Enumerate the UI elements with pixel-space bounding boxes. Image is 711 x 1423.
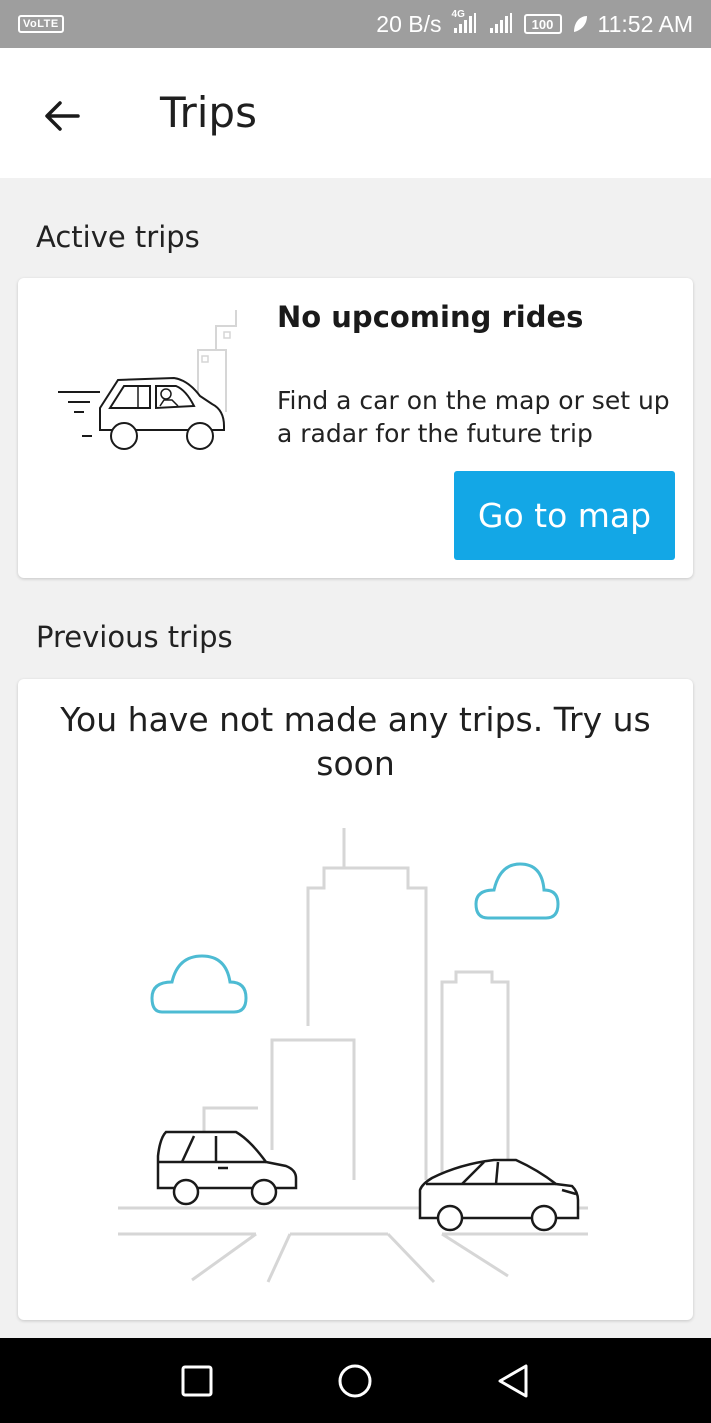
- arrow-left-icon: [45, 101, 80, 131]
- system-back-button[interactable]: [490, 1358, 536, 1404]
- system-nav-bar: [0, 1338, 711, 1423]
- status-bar: VoLTE 20 B/s 4G 100 11:52 AM: [0, 0, 711, 48]
- network-4g-indicator: 4G: [452, 9, 478, 35]
- data-speed: 20 B/s: [376, 10, 442, 37]
- go-to-map-button[interactable]: Go to map: [454, 471, 675, 560]
- app-bar: Trips: [0, 48, 711, 178]
- no-upcoming-rides-message: Find a car on the map or set up a radar …: [277, 386, 670, 448]
- volte-badge: VoLTE: [18, 15, 64, 33]
- back-button[interactable]: [38, 94, 86, 138]
- signal-strength-icon-2: [489, 13, 512, 33]
- network-type-label: 4G: [451, 9, 465, 20]
- city-illustration: [118, 828, 588, 1284]
- no-trips-message: You have not made any trips. Try us soon: [60, 700, 651, 783]
- active-trips-heading: Active trips: [36, 220, 200, 254]
- previous-trips-heading: Previous trips: [36, 620, 233, 654]
- page-title: Trips: [160, 88, 257, 137]
- status-indicators: 20 B/s 4G 100 11:52 AM: [376, 9, 693, 38]
- car-driving-illustration: [58, 310, 237, 450]
- square-icon: [181, 1365, 213, 1397]
- clock: 11:52 AM: [597, 10, 693, 37]
- recent-apps-button[interactable]: [174, 1358, 220, 1404]
- no-upcoming-rides-title: No upcoming rides: [277, 300, 584, 334]
- circle-icon: [338, 1364, 372, 1398]
- triangle-icon: [498, 1364, 528, 1398]
- battery-icon: 100: [523, 14, 562, 34]
- leaf-icon: [573, 16, 587, 32]
- home-button[interactable]: [332, 1358, 378, 1404]
- battery-level: 100: [531, 16, 554, 32]
